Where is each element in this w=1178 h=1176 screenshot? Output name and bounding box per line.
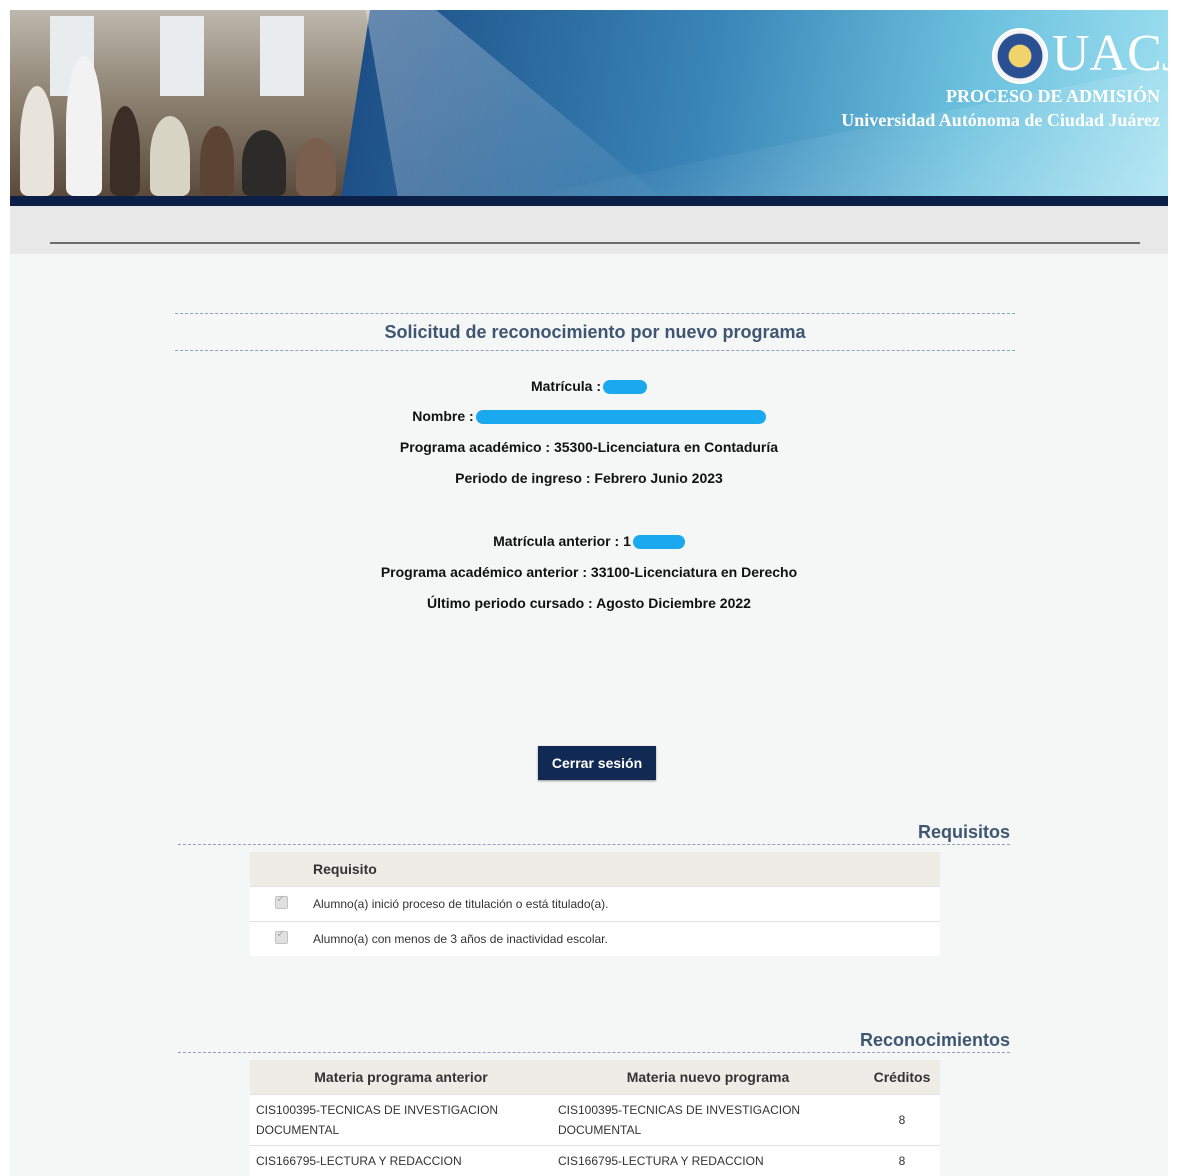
programa-anterior-label: Programa académico anterior : xyxy=(380,564,588,580)
materia-nueva-cell: CIS100395-TECNICAS DE INVESTIGACION DOCU… xyxy=(552,1094,864,1146)
table-row: CIS100395-TECNICAS DE INVESTIGACION DOCU… xyxy=(250,1094,940,1146)
matricula-label: Matrícula : xyxy=(530,378,601,394)
materia-anterior-cell: CIS100395-TECNICAS DE INVESTIGACION DOCU… xyxy=(250,1094,552,1146)
requisitos-heading: Requisitos xyxy=(178,822,1010,845)
programa-value: 35300-Licenciatura en Contaduría xyxy=(553,439,779,455)
cerrar-sesion-button[interactable]: Cerrar sesión xyxy=(538,746,656,780)
requisito-checkbox[interactable] xyxy=(274,929,288,944)
top-band xyxy=(10,206,1168,254)
col-materia-anterior: Materia programa anterior xyxy=(250,1060,552,1095)
programa-label: Programa académico : xyxy=(399,439,551,455)
header-banner: UACJ PROCESO DE ADMISIÓN Universidad Aut… xyxy=(10,10,1168,196)
matricula-row: Matrícula : xyxy=(10,378,1168,395)
periodo-label: Periodo de ingreso : xyxy=(455,470,591,486)
page-title: Solicitud de reconocimiento por nuevo pr… xyxy=(175,313,1015,351)
nombre-row: Nombre : xyxy=(10,408,1168,425)
matricula-anterior-label: Matrícula anterior : xyxy=(493,533,620,549)
creditos-cell: 8 xyxy=(864,1145,940,1176)
students-photo xyxy=(10,10,370,196)
matricula-anterior-prefix: 1 xyxy=(623,533,631,549)
banner-title: PROCESO DE ADMISIÓN xyxy=(945,86,1160,106)
redacted-matricula xyxy=(603,380,647,395)
requisito-column-header: Requisito xyxy=(312,852,940,887)
main-content: Solicitud de reconocimiento por nuevo pr… xyxy=(10,206,1168,1176)
table-row: Alumno(a) con menos de 3 años de inactiv… xyxy=(250,921,940,956)
reconocimientos-heading: Reconocimientos xyxy=(178,1030,1010,1053)
uacj-logo: UACJ xyxy=(1052,25,1168,82)
col-creditos: Créditos xyxy=(864,1060,940,1095)
periodo-value: Febrero Junio 2023 xyxy=(594,470,723,486)
materia-anterior-cell: CIS166795-LECTURA Y REDACCION xyxy=(250,1145,552,1176)
requisito-text: Alumno(a) con menos de 3 años de inactiv… xyxy=(312,921,940,956)
periodo-row: Periodo de ingreso : Febrero Junio 2023 xyxy=(10,470,1168,486)
col-materia-nueva: Materia nuevo programa xyxy=(552,1060,864,1095)
table-row: Alumno(a) inició proceso de titulación o… xyxy=(250,886,940,922)
divider xyxy=(50,242,1140,244)
banner-subtitle: Universidad Autónoma de Ciudad Juárez xyxy=(841,110,1160,130)
programa-row: Programa académico : 35300-Licenciatura … xyxy=(10,439,1168,455)
uacj-seal-icon xyxy=(992,28,1048,84)
table-row: CIS166795-LECTURA Y REDACCION CIS166795-… xyxy=(250,1145,940,1176)
materia-nueva-cell: CIS166795-LECTURA Y REDACCION xyxy=(552,1145,864,1176)
nombre-label: Nombre : xyxy=(412,408,474,424)
programa-anterior-row: Programa académico anterior : 33100-Lice… xyxy=(10,564,1168,580)
requisito-checkbox[interactable] xyxy=(274,894,288,909)
programa-anterior-value: 33100-Licenciatura en Derecho xyxy=(590,564,798,580)
ultimo-periodo-value: Agosto Diciembre 2022 xyxy=(596,595,751,611)
redacted-nombre xyxy=(475,410,766,425)
requisito-text: Alumno(a) inició proceso de titulación o… xyxy=(312,886,940,922)
matricula-anterior-row: Matrícula anterior : 1 xyxy=(10,533,1168,550)
creditos-cell: 8 xyxy=(864,1094,940,1146)
reconocimientos-table: Materia programa anterior Materia nuevo … xyxy=(250,1060,940,1176)
ultimo-periodo-row: Último periodo cursado : Agosto Diciembr… xyxy=(10,595,1168,611)
redacted-matricula-anterior xyxy=(632,535,685,550)
banner-border xyxy=(10,196,1168,206)
requisitos-table: Requisito Alumno(a) inició proceso de ti… xyxy=(250,852,940,956)
ultimo-periodo-label: Último periodo cursado : xyxy=(427,595,593,611)
